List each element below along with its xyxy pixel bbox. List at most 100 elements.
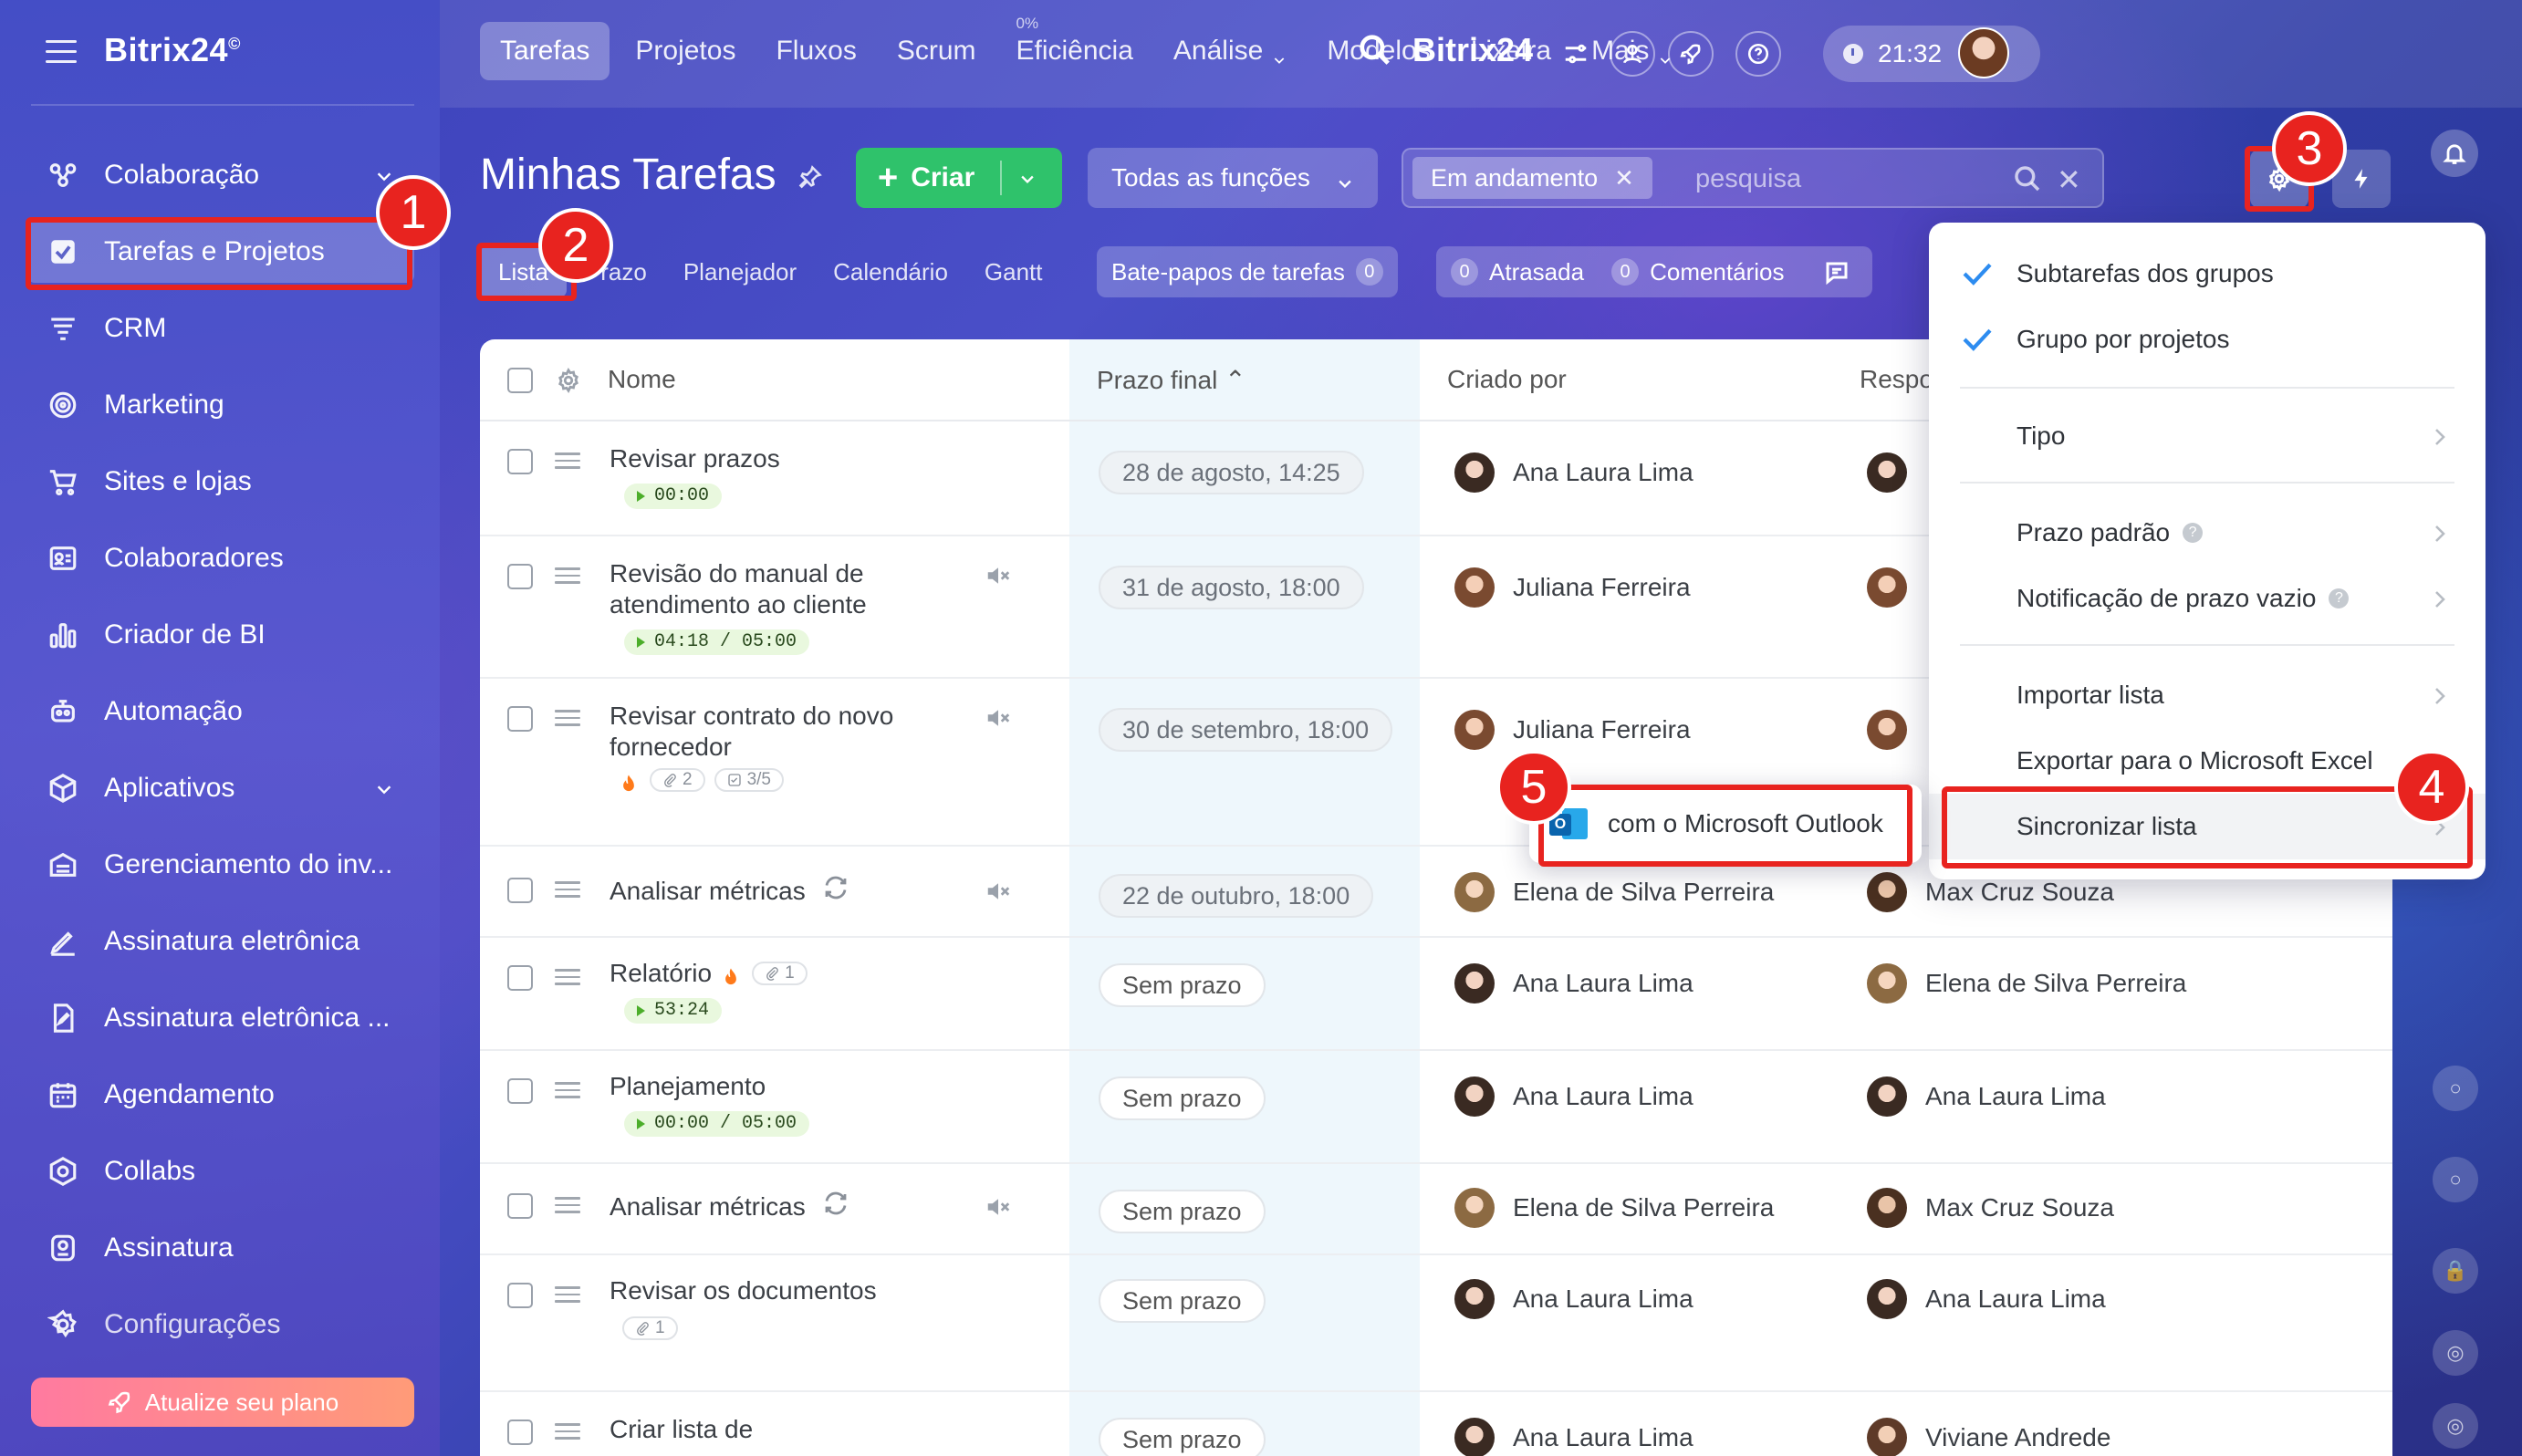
submenu-outlook[interactable]: O com o Microsoft Outlook xyxy=(1529,785,1922,863)
chevron-down-icon[interactable] xyxy=(374,775,394,796)
sidebar-item-sites[interactable]: Sites e lojas xyxy=(0,443,440,520)
muted-icon[interactable] xyxy=(984,704,1013,732)
row-checkbox[interactable] xyxy=(507,1193,533,1219)
column-header-created-by[interactable]: Criado por xyxy=(1447,365,1567,394)
responsible[interactable]: Elena de Silva Perreira xyxy=(1867,963,2186,1004)
creator[interactable]: Ana Laura Lima xyxy=(1454,1418,1693,1456)
tab-planejador[interactable]: Planejador xyxy=(665,246,815,297)
task-name[interactable]: Revisão do manual de atendimento ao clie… xyxy=(610,558,956,655)
topnav-fluxos[interactable]: Fluxos xyxy=(756,22,876,80)
sidebar-item-automacao[interactable]: Automação xyxy=(0,673,440,750)
deadline-chip[interactable]: Sem prazo xyxy=(1099,1279,1266,1323)
attachments-badge[interactable]: 2 xyxy=(650,768,705,792)
topnav-analise[interactable]: Análise xyxy=(1153,22,1307,80)
roles-filter-button[interactable]: Todas as funções xyxy=(1088,148,1378,208)
rail-target-icon[interactable]: ◎ xyxy=(2433,1330,2478,1376)
sidebar-item-colaboracao[interactable]: Colaboração xyxy=(0,137,440,213)
creator[interactable]: Elena de Silva Perreira xyxy=(1454,872,1774,912)
sidebar-item-agendamento[interactable]: Agendamento xyxy=(0,1056,440,1133)
deadline-chip[interactable]: 30 de setembro, 18:00 xyxy=(1099,708,1393,752)
responsible[interactable] xyxy=(1867,567,1925,608)
tab-gantt[interactable]: Gantt xyxy=(966,246,1061,297)
deadline-chip[interactable]: Sem prazo xyxy=(1099,1190,1266,1233)
row-checkbox[interactable] xyxy=(507,965,533,991)
menu-item-subtasks[interactable]: Subtarefas dos grupos xyxy=(1929,241,2486,307)
help-icon[interactable]: ? xyxy=(2183,523,2204,543)
checklist-badge[interactable]: 3/5 xyxy=(714,768,784,792)
sidebar-item-assinatura-eletronica[interactable]: Assinatura eletrônica xyxy=(0,903,440,980)
creator[interactable]: Juliana Ferreira xyxy=(1454,710,1691,750)
pin-icon[interactable] xyxy=(797,164,825,192)
upgrade-plan-button[interactable]: Atualize seu plano xyxy=(31,1378,414,1427)
table-row[interactable]: Criar lista de Sem prazo Ana Laura Lima … xyxy=(480,1392,2392,1456)
create-button[interactable]: + Criar xyxy=(856,148,1062,208)
deadline-chip[interactable]: Sem prazo xyxy=(1099,963,1266,1007)
help-icon[interactable]: ? xyxy=(2329,588,2350,608)
topnav-projetos[interactable]: Projetos xyxy=(615,22,756,80)
tab-calendario[interactable]: Calendário xyxy=(815,246,966,297)
close-icon[interactable]: ✕ xyxy=(1614,164,1634,192)
task-name[interactable]: Planejamento 00:00 / 05:00 xyxy=(610,1071,956,1137)
filter-chip-status[interactable]: Em andamento ✕ xyxy=(1412,157,1652,199)
column-header-responsible[interactable]: Respo xyxy=(1860,365,1933,394)
responsible[interactable]: Ana Laura Lima xyxy=(1867,1279,2106,1319)
sidebar-item-colaboradores[interactable]: Colaboradores xyxy=(0,520,440,597)
task-name[interactable]: Criar lista de xyxy=(610,1414,956,1445)
column-header-name[interactable]: Nome xyxy=(608,365,676,394)
muted-icon[interactable] xyxy=(984,878,1013,905)
avatar[interactable] xyxy=(1958,27,2009,78)
task-name[interactable]: Revisar contrato do novo fornecedor 2 3/… xyxy=(610,701,956,792)
task-name[interactable]: Revisar os documentos 1 xyxy=(610,1275,956,1343)
help-icon[interactable] xyxy=(1735,31,1781,77)
sidebar-item-assinatura-eletronica-2[interactable]: Assinatura eletrônica ... xyxy=(0,980,440,1056)
deadline-chip[interactable]: 28 de agosto, 14:25 xyxy=(1099,451,1364,494)
deadline-chip[interactable]: Sem prazo xyxy=(1099,1418,1266,1456)
sidebar-item-assinatura[interactable]: Assinatura xyxy=(0,1210,440,1286)
sidebar-item-tarefas[interactable]: Tarefas e Projetos xyxy=(0,213,440,290)
user-profile-icon[interactable] xyxy=(1610,31,1655,77)
bell-icon[interactable] xyxy=(2431,130,2478,177)
clear-search-icon[interactable]: ✕ xyxy=(2057,162,2081,197)
top-brand[interactable]: Bitrix24 xyxy=(1412,31,1533,69)
overdue-counter[interactable]: 0 Atrasada xyxy=(1451,258,1584,286)
responsible[interactable]: Ana Laura Lima xyxy=(1867,1076,2106,1117)
row-checkbox[interactable] xyxy=(507,1420,533,1445)
rail-target-icon-2[interactable]: ◎ xyxy=(2433,1403,2478,1449)
drag-handle-icon[interactable] xyxy=(555,452,580,471)
deadline-chip[interactable]: Sem prazo xyxy=(1099,1076,1266,1120)
task-name[interactable]: Revisar prazos 00:00 xyxy=(610,443,956,509)
task-timer[interactable]: 53:24 xyxy=(624,998,723,1024)
drag-handle-icon[interactable] xyxy=(555,969,580,987)
table-row[interactable]: Analisar métricas Sem prazo Elena de Sil… xyxy=(480,1164,2392,1255)
column-header-deadline[interactable]: Prazo final ⌃ xyxy=(1097,365,1246,395)
sidebar-item-bi[interactable]: Criador de BI xyxy=(0,597,440,673)
rail-lock-icon[interactable]: 🔒 xyxy=(2433,1248,2478,1294)
search-icon[interactable] xyxy=(2013,164,2044,195)
task-name[interactable]: Analisar métricas xyxy=(610,874,956,909)
muted-icon[interactable] xyxy=(984,562,1013,589)
rail-avatar-icon[interactable]: ○ xyxy=(2433,1066,2478,1111)
creator[interactable]: Ana Laura Lima xyxy=(1454,452,1693,493)
task-timer[interactable]: 00:00 / 05:00 xyxy=(624,1111,810,1137)
sidebar-item-collabs[interactable]: Collabs xyxy=(0,1133,440,1210)
task-name[interactable]: Relatório 1 53:24 xyxy=(610,958,956,1024)
topnav-tarefas[interactable]: Tarefas xyxy=(480,22,610,80)
menu-item-type[interactable]: Tipo xyxy=(1929,403,2486,469)
chevron-down-icon[interactable] xyxy=(374,162,394,182)
rail-chat-icon[interactable]: ○ xyxy=(2433,1157,2478,1202)
task-timer[interactable]: 04:18 / 05:00 xyxy=(624,629,810,655)
sliders-icon[interactable] xyxy=(1562,40,1591,69)
select-all-checkbox[interactable] xyxy=(507,368,533,393)
muted-icon[interactable] xyxy=(984,1193,1013,1221)
row-checkbox[interactable] xyxy=(507,1078,533,1104)
attachments-badge[interactable]: 1 xyxy=(622,1316,678,1340)
sidebar-item-crm[interactable]: CRM xyxy=(0,290,440,367)
creator[interactable]: Ana Laura Lima xyxy=(1454,963,1693,1004)
sidebar-item-configuracoes[interactable]: Configurações xyxy=(0,1286,440,1363)
brand-logo[interactable]: Bitrix24© xyxy=(104,31,241,69)
row-checkbox[interactable] xyxy=(507,1283,533,1308)
responsible[interactable]: Viviane Andrede xyxy=(1867,1418,2110,1456)
menu-item-empty-deadline[interactable]: Notificação de prazo vazio? xyxy=(1929,566,2486,631)
comments-counter[interactable]: 0 Comentários xyxy=(1611,258,1784,286)
chevron-down-icon[interactable] xyxy=(1018,170,1037,188)
